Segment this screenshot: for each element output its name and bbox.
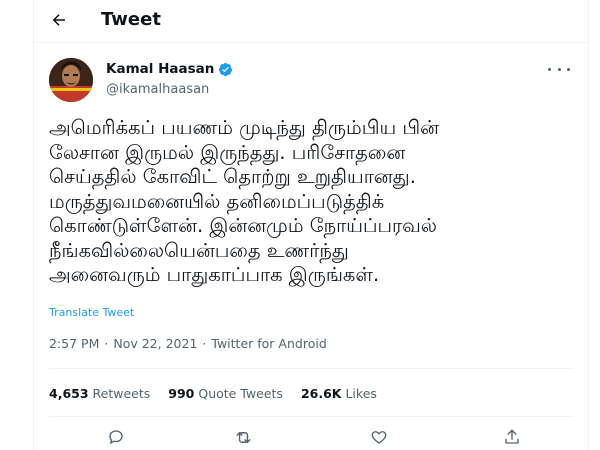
tweet-line: லேசான இருமல் இருந்தது. பரிசோதனை	[49, 140, 406, 164]
reply-icon[interactable]	[105, 426, 127, 448]
quote-tweets-stat[interactable]: 990 Quote Tweets	[168, 386, 283, 401]
tweet-panel: Tweet Kamal Haasan @ikamalhaasan அமெரிக்…	[33, 0, 589, 450]
meta-separator: ·	[202, 336, 207, 351]
meta-separator: ·	[104, 336, 109, 351]
tweet-line: செய்ததில் கோவிட் தொற்று உறுதியானது.	[49, 165, 416, 188]
action-bar	[34, 426, 588, 450]
arrow-left-icon[interactable]	[48, 9, 70, 31]
author-handle[interactable]: @ikamalhaasan	[106, 82, 233, 97]
tweet-source[interactable]: Twitter for Android	[211, 336, 326, 351]
likes-stat[interactable]: 26.6K Likes	[301, 386, 377, 401]
divider	[49, 416, 573, 417]
author-name[interactable]: Kamal Haasan	[106, 61, 214, 77]
top-bar: Tweet	[34, 0, 588, 43]
tweet-meta: 2:57 PM · Nov 22, 2021 · Twitter for And…	[49, 336, 327, 351]
quote-tweets-label: Quote Tweets	[198, 386, 283, 401]
more-options-icon[interactable]	[548, 62, 570, 76]
verified-badge-icon	[219, 62, 233, 76]
translate-tweet-link[interactable]: Translate Tweet	[49, 306, 134, 319]
heart-icon[interactable]	[368, 426, 390, 448]
likes-label: Likes	[345, 386, 377, 401]
tweet-date[interactable]: Nov 22, 2021	[113, 336, 197, 351]
tweet-line: கொண்டுள்ளேன். இன்னமும் நோய்ப்பரவல்	[49, 214, 437, 237]
tweet-text: அமெரிக்கப் பயணம் முடிந்து திரும்பிய பின்…	[49, 116, 579, 288]
tweet-line: அமெரிக்கப் பயணம் முடிந்து திரும்பிய பின்	[49, 116, 440, 139]
tweet-time[interactable]: 2:57 PM	[49, 336, 99, 351]
tweet-line: அனைவரும் பாதுகாப்பாக இருங்கள்.	[49, 263, 380, 286]
retweets-stat[interactable]: 4,653 Retweets	[49, 386, 150, 401]
share-icon[interactable]	[501, 426, 523, 448]
divider	[49, 368, 573, 369]
likes-count: 26.6K	[300, 386, 342, 401]
retweet-icon[interactable]	[232, 426, 254, 448]
engagement-stats: 4,653 Retweets 990 Quote Tweets 26.6K Li…	[49, 386, 395, 401]
retweets-label: Retweets	[92, 386, 151, 401]
tweet-line: மருத்துவமனையில் தனிமைப்படுத்திக்	[49, 189, 385, 213]
retweets-count: 4,653	[49, 386, 89, 401]
page-title: Tweet	[101, 9, 161, 30]
author-block: Kamal Haasan @ikamalhaasan	[106, 60, 233, 97]
tweet-line: நீங்கவில்லையென்பதை உணர்ந்து	[49, 238, 349, 262]
quote-tweets-count: 990	[168, 386, 195, 401]
avatar[interactable]	[49, 58, 93, 102]
